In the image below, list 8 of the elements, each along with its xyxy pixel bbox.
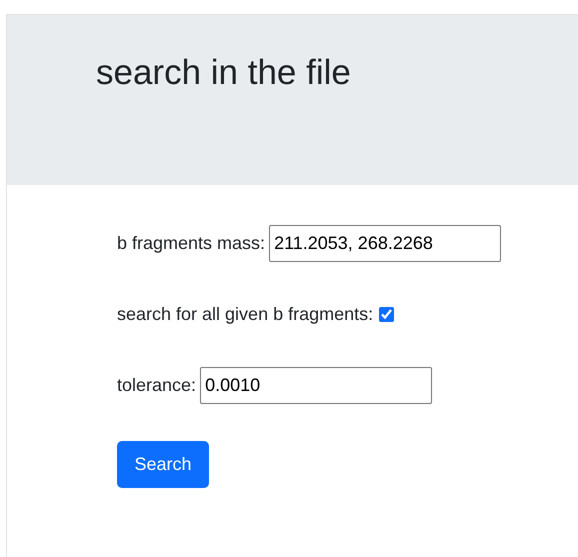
page-title: search in the file xyxy=(96,53,351,93)
field-label: b fragments mass: xyxy=(117,233,266,254)
search-button[interactable]: Search xyxy=(117,441,209,488)
checkbox[interactable] xyxy=(379,307,394,322)
input-field[interactable]: 0.0010 xyxy=(200,367,432,404)
input-field[interactable]: 211.2053, 268.2268 xyxy=(269,225,502,262)
field-label: tolerance: xyxy=(117,375,196,396)
field-label: search for all given b fragments: xyxy=(117,304,374,325)
